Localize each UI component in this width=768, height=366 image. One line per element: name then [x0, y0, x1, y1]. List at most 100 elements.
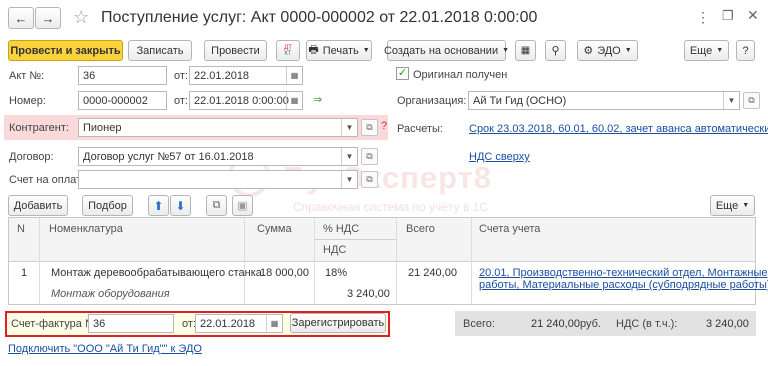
vat-total-label: НДС (в т.ч.):: [616, 318, 678, 330]
col-n-header[interactable]: N: [17, 223, 25, 235]
edo-button[interactable]: ⚙ ЭДО ▼: [577, 40, 638, 61]
write-button[interactable]: Записать: [128, 40, 192, 61]
row-n[interactable]: 1: [21, 267, 27, 279]
invoice-from-label: от:: [182, 318, 196, 330]
chevron-down-icon[interactable]: ▼: [723, 92, 739, 109]
row-vat[interactable]: 3 240,00: [347, 288, 390, 300]
chevron-down-icon: ▼: [742, 202, 750, 209]
move-down-button[interactable]: ⬇: [170, 195, 191, 216]
org-select[interactable]: Ай Ти Гид (ОСНО) ▼: [468, 91, 740, 110]
print-label: Печать: [322, 44, 359, 57]
row-nomen[interactable]: Монтаж деревообрабатывающего станка: [51, 267, 262, 279]
number-from-label: от:: [174, 95, 188, 107]
restore-icon[interactable]: ❐: [722, 8, 734, 24]
contractor-label: Контрагент:: [9, 122, 69, 134]
items-table: N Номенклатура Сумма % НДС НДС Всего Сче…: [8, 217, 768, 305]
kt-label: КТ: [284, 50, 292, 57]
edo-connect-link[interactable]: Подключить "ООО "Ай Ти Гид"" к ЭДО: [8, 343, 202, 355]
invoice-pay-select[interactable]: ▼: [78, 170, 358, 189]
forward-button[interactable]: →: [35, 7, 61, 29]
table-more-button[interactable]: Еще ▼: [710, 195, 755, 216]
number-input[interactable]: 0000-000002: [78, 91, 167, 110]
chevron-down-icon[interactable]: ▼: [341, 148, 357, 165]
row-total[interactable]: 21 240,00: [408, 267, 457, 279]
org-value: Ай Ти Гид (ОСНО): [473, 94, 567, 107]
col-nomen-header[interactable]: Номенклатура: [49, 223, 123, 235]
chevron-down-icon[interactable]: ▼: [341, 171, 357, 188]
invoice-date-input[interactable]: 22.01.2018 ▦: [195, 314, 283, 333]
row-accounts-line2[interactable]: работы, Материальные расходы (субподрядн…: [479, 279, 768, 291]
contract-open-icon[interactable]: ⧉: [361, 148, 378, 165]
window-title: Поступление услуг: Акт 0000-000002 от 22…: [101, 9, 538, 26]
calendar-icon[interactable]: ▦: [286, 67, 302, 84]
invoice-label: Счет-фактура №:: [11, 318, 100, 330]
calendar-icon[interactable]: ▦: [286, 92, 302, 109]
create-based-button[interactable]: Создать на основании ▼: [383, 40, 509, 61]
act-no-label: Акт №:: [9, 70, 45, 82]
act-from-label: от:: [174, 70, 188, 82]
invoice-pay-open-icon[interactable]: ⧉: [361, 171, 378, 188]
original-checkbox[interactable]: ✓: [396, 67, 409, 80]
vat-top-link[interactable]: НДС сверху: [469, 151, 530, 163]
payments-label: Расчеты:: [397, 123, 443, 135]
register-button[interactable]: Зарегистрировать: [290, 313, 386, 333]
calendar-icon[interactable]: ▦: [266, 315, 282, 332]
create-based-label: Создать на основании: [383, 44, 499, 57]
attach-button[interactable]: ⚲: [545, 40, 566, 61]
more-button[interactable]: Еще ▼: [684, 40, 729, 61]
vat-total-value: 3 240,00: [706, 318, 749, 330]
menu-icon[interactable]: ⋮: [696, 9, 710, 26]
col-sum-header[interactable]: Сумма: [257, 223, 292, 235]
invoice-no-input[interactable]: 36: [88, 314, 174, 333]
help-button[interactable]: ?: [736, 40, 755, 61]
contractor-select[interactable]: Пионер ▼: [78, 118, 358, 137]
col-vat-header[interactable]: НДС: [323, 244, 346, 256]
structure-button[interactable]: ▦: [515, 40, 536, 61]
number-date-input[interactable]: 22.01.2018 0:00:00 ▦: [189, 91, 303, 110]
contract-select[interactable]: Договор услуг №57 от 16.01.2018 ▼: [78, 147, 358, 166]
back-button[interactable]: ←: [8, 7, 34, 29]
row-vat-pct[interactable]: 18%: [325, 267, 347, 279]
print-button[interactable]: 🖶 Печать ▼: [306, 40, 372, 61]
act-date-input[interactable]: 22.01.2018 ▦: [189, 66, 303, 85]
chevron-down-icon: ▼: [624, 47, 632, 54]
close-icon[interactable]: ✕: [747, 7, 759, 24]
row-accounts-line1[interactable]: 20.01, Производственно-технический отдел…: [479, 267, 768, 279]
copy-row-button[interactable]: ⧉: [206, 195, 227, 216]
post-and-close-button[interactable]: Провести и закрыть: [8, 40, 123, 61]
act-date-value: 22.01.2018: [194, 69, 250, 82]
row-nomen-sub[interactable]: Монтаж оборудования: [51, 288, 170, 300]
delete-row-button[interactable]: ▣: [232, 195, 253, 216]
col-accounts-header[interactable]: Счета учета: [479, 223, 540, 235]
contractor-open-icon[interactable]: ⧉: [361, 119, 378, 136]
total-label: Всего:: [463, 318, 495, 330]
currency-label: руб.: [580, 318, 601, 330]
chevron-down-icon: ▼: [362, 47, 370, 54]
col-total-header[interactable]: Всего: [406, 223, 435, 235]
act-no-input[interactable]: 36: [78, 66, 167, 85]
org-open-icon[interactable]: ⧉: [743, 92, 760, 109]
table-more-label: Еще: [715, 199, 739, 212]
col-vat-pct-header[interactable]: % НДС: [323, 223, 359, 235]
total-value: 21 240,00: [531, 318, 580, 330]
payments-link[interactable]: Срок 23.03.2018, 60.01, 60.02, зачет ава…: [469, 123, 768, 135]
contract-value: Договор услуг №57 от 16.01.2018: [83, 150, 254, 163]
org-label: Организация:: [397, 95, 467, 107]
chevron-down-icon[interactable]: ▼: [341, 119, 357, 136]
move-up-button[interactable]: ⬆: [148, 195, 169, 216]
add-row-button[interactable]: Добавить: [8, 195, 68, 216]
favorite-star-icon[interactable]: ☆: [73, 7, 89, 28]
select-button[interactable]: Подбор: [82, 195, 133, 216]
original-label: Оригинал получен: [413, 69, 508, 81]
number-date-value: 22.01.2018 0:00:00: [194, 94, 289, 107]
invoice-date-value: 22.01.2018: [200, 317, 256, 330]
post-button[interactable]: Провести: [204, 40, 267, 61]
contractor-value: Пионер: [83, 121, 122, 134]
edo-label: ЭДО: [597, 44, 621, 57]
contractor-help-icon[interactable]: ?: [381, 120, 387, 132]
row-sum[interactable]: 18 000,00: [260, 267, 309, 279]
more-label: Еще: [689, 44, 713, 57]
status-icon: ⇒: [313, 94, 323, 106]
printer-icon: 🖶: [308, 44, 319, 56]
dt-kt-button[interactable]: ДТ КТ: [276, 40, 300, 61]
